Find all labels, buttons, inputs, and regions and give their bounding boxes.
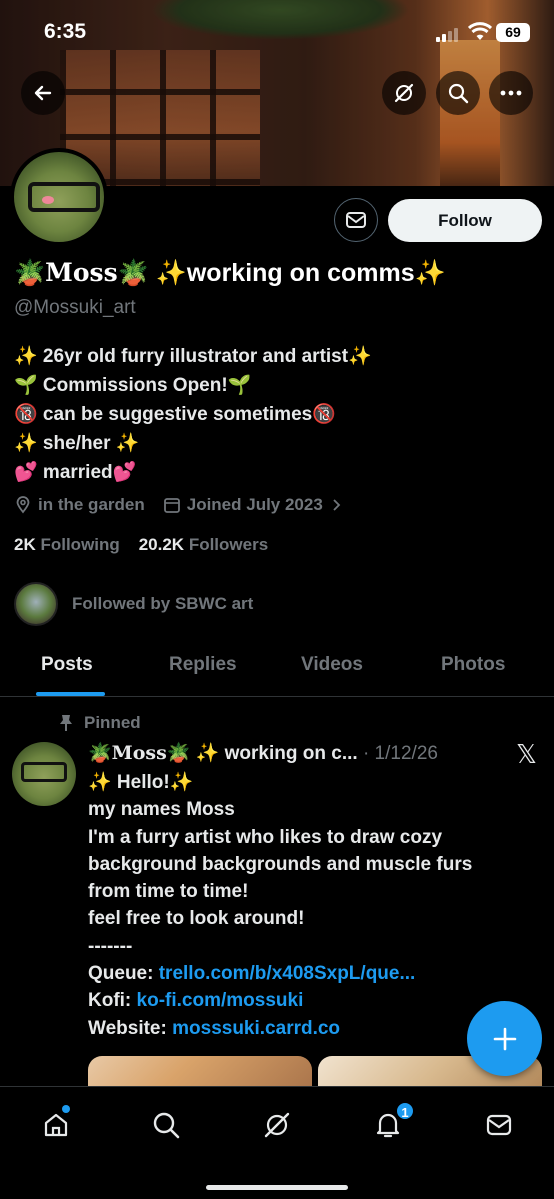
- profile-meta: in the garden Joined July 2023: [14, 495, 367, 515]
- post-text[interactable]: ✨ Hello!✨ my names Moss I'm a furry arti…: [88, 769, 538, 1042]
- pin-icon: [60, 715, 72, 731]
- bio-line: ✨ she/her ✨: [14, 433, 140, 454]
- profile-handle: @Mossuki_art: [14, 297, 136, 318]
- search-icon: [448, 83, 469, 104]
- more-button[interactable]: [489, 71, 533, 115]
- home-icon: [44, 1113, 68, 1137]
- profile-display-name: 🪴Moss🪴 ✨working on comms✨: [14, 258, 446, 287]
- post-date: · 1/12/26: [362, 743, 438, 764]
- follow-button[interactable]: Follow: [388, 199, 542, 242]
- arrow-left-icon: [34, 85, 52, 101]
- profile-avatar[interactable]: [10, 148, 108, 246]
- plus-icon: [493, 1027, 516, 1050]
- x-logo-icon: 𝕏: [516, 740, 537, 770]
- bio-line: 🌱 Commissions Open!🌱: [14, 375, 252, 396]
- bio-line: ✨ 26yr old furry illustrator and artist✨: [14, 346, 372, 367]
- message-button[interactable]: [334, 198, 378, 242]
- bio-line: 💕 married💕: [14, 462, 137, 483]
- bio-line: 🔞 can be suggestive sometimes🔞: [14, 404, 336, 425]
- nav-home[interactable]: [38, 1107, 74, 1143]
- signal-icon: [436, 26, 462, 42]
- location: in the garden: [14, 495, 145, 515]
- home-indicator: [206, 1185, 348, 1190]
- chevron-right-icon: [333, 499, 341, 511]
- calendar-icon: [163, 498, 180, 513]
- kofi-link[interactable]: ko-fi.com/mossuki: [137, 990, 304, 1011]
- followed-by[interactable]: Followed by SBWC art: [14, 582, 253, 626]
- followers-link[interactable]: 20.2K Followers: [139, 535, 268, 554]
- nav-messages[interactable]: [481, 1107, 517, 1143]
- tab-posts[interactable]: Posts: [41, 654, 93, 676]
- post-header[interactable]: 🪴Moss🪴 ✨ working on c... · 1/12/26: [88, 741, 438, 765]
- grok-button[interactable]: [382, 71, 426, 115]
- home-unread-dot: [62, 1105, 70, 1113]
- location-pin-icon: [16, 496, 30, 514]
- bottom-nav: 1: [0, 1086, 554, 1199]
- active-tab-indicator: [36, 692, 105, 696]
- tab-replies[interactable]: Replies: [169, 654, 237, 676]
- status-bar: 6:35 69: [0, 18, 554, 50]
- search-icon: [153, 1112, 180, 1139]
- profile-bio: ✨ 26yr old furry illustrator and artist✨…: [14, 342, 372, 487]
- compose-button[interactable]: [467, 1001, 542, 1076]
- queue-link[interactable]: trello.com/b/x408SxpL/que...: [159, 963, 416, 984]
- follow-counts: 2K Following 20.2K Followers: [14, 535, 268, 555]
- wifi-icon: [468, 22, 492, 40]
- envelope-icon: [346, 212, 366, 228]
- back-button[interactable]: [21, 71, 65, 115]
- profile-tabs: Posts Replies Videos Photos: [0, 640, 554, 697]
- notifications-badge: 1: [395, 1101, 415, 1121]
- grok-icon: [394, 83, 414, 103]
- search-button[interactable]: [436, 71, 480, 115]
- envelope-icon: [486, 1114, 512, 1136]
- post-author-avatar[interactable]: [12, 742, 76, 806]
- battery-icon: 69: [496, 23, 530, 42]
- following-link[interactable]: 2K Following: [14, 535, 120, 554]
- more-dots-icon: [500, 90, 522, 96]
- grok-icon: [264, 1112, 290, 1138]
- joined-date[interactable]: Joined July 2023: [163, 495, 349, 515]
- nav-grok[interactable]: [259, 1107, 295, 1143]
- nav-search[interactable]: [148, 1107, 184, 1143]
- follower-avatar: [14, 582, 58, 626]
- website-link[interactable]: mosssuki.carrd.co: [172, 1018, 340, 1039]
- pinned-label: Pinned: [58, 713, 141, 733]
- tab-videos[interactable]: Videos: [301, 654, 363, 676]
- status-time: 6:35: [44, 20, 87, 43]
- tab-photos[interactable]: Photos: [441, 654, 505, 676]
